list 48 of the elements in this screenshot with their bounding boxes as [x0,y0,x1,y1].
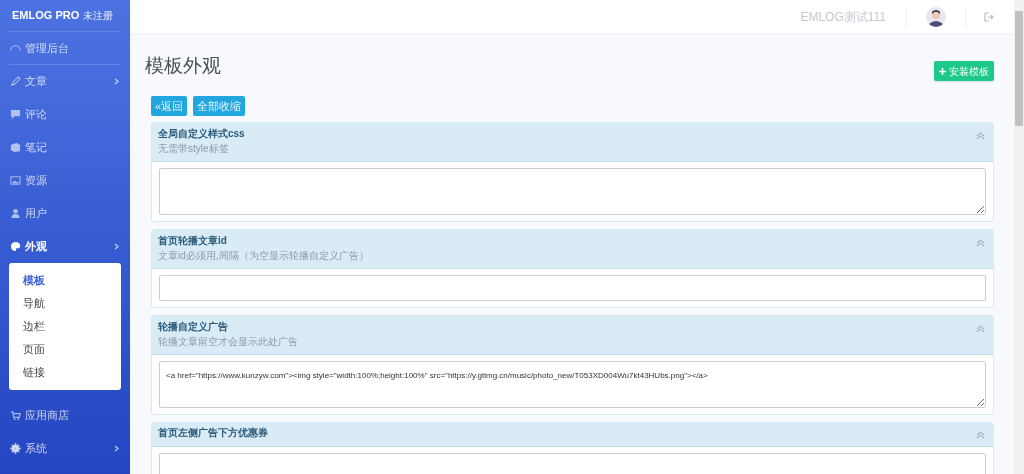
collapse-icon[interactable] [976,431,985,439]
palette-icon [10,241,21,252]
collapse-icon[interactable] [976,325,985,333]
collapse-all-button[interactable]: 全部收缩 [193,96,246,116]
sidebar-item[interactable]: 文章 [9,65,121,98]
comment-icon [10,109,21,120]
logout-icon[interactable] [984,11,994,22]
chevron-icon [114,445,119,452]
card-hint: 轮播文章留空才会显示此处广告 [158,336,298,348]
submenu-item[interactable]: 链接 [9,361,121,384]
plus-icon [939,67,946,75]
card-title: 全局自定义样式css [158,128,245,140]
input-field[interactable] [159,168,986,215]
brand-name[interactable]: EMLOG PRO [12,7,80,24]
collapse-icon[interactable] [976,239,985,247]
back-button[interactable]: «返回 [151,96,188,116]
avatar[interactable] [926,6,946,27]
sidebar-item[interactable]: 管理后台 [9,32,121,65]
user-icon [10,208,21,219]
card-hint: 无需带style标签 [158,143,230,155]
sidebar-item[interactable]: 外观 [9,230,121,263]
submenu-item[interactable]: 模板 [9,269,121,292]
card-hint: 文章id必须用,间隔（为空显示轮播自定义广告） [158,250,369,262]
sidebar-item[interactable]: 系统 [9,432,121,465]
brand-tag: 未注册 [83,8,114,23]
chevron-icon [114,78,119,85]
scrollbar[interactable] [1014,0,1024,474]
sidebar-item[interactable]: 评论 [9,98,121,131]
sidebar-item[interactable]: 用户 [9,197,121,230]
card-title: 首页轮播文章id [158,235,228,247]
submenu-item[interactable]: 边栏 [9,315,121,338]
card-title: 轮播自定义广告 [158,321,229,333]
page-title: 模板外观 [145,53,221,78]
sidebar-item[interactable]: 应用商店 [9,399,121,432]
card-title: 首页左侧广告下方优惠券 [158,427,268,439]
submenu-item[interactable]: 页面 [9,338,121,361]
sidebar-item[interactable]: 资源 [9,164,121,197]
input-field[interactable]: <a href="https://www.kunzyw.com"><img style="width:100%;height:100%" src="https://y.gtimg.cn/music/photo_new/T053XD004Wu7kt43HUbs.png"></a> [159,361,986,408]
submenu-item[interactable]: 导航 [9,292,121,315]
cart-icon [10,410,21,421]
image-icon [10,175,21,186]
settings-icon [10,443,21,454]
chevron-icon [114,243,119,250]
pencil-icon [10,76,21,87]
input-field[interactable] [159,275,986,301]
sidebar-item[interactable]: 笔记 [9,131,121,164]
note-icon [10,142,21,153]
collapse-icon[interactable] [976,132,985,140]
